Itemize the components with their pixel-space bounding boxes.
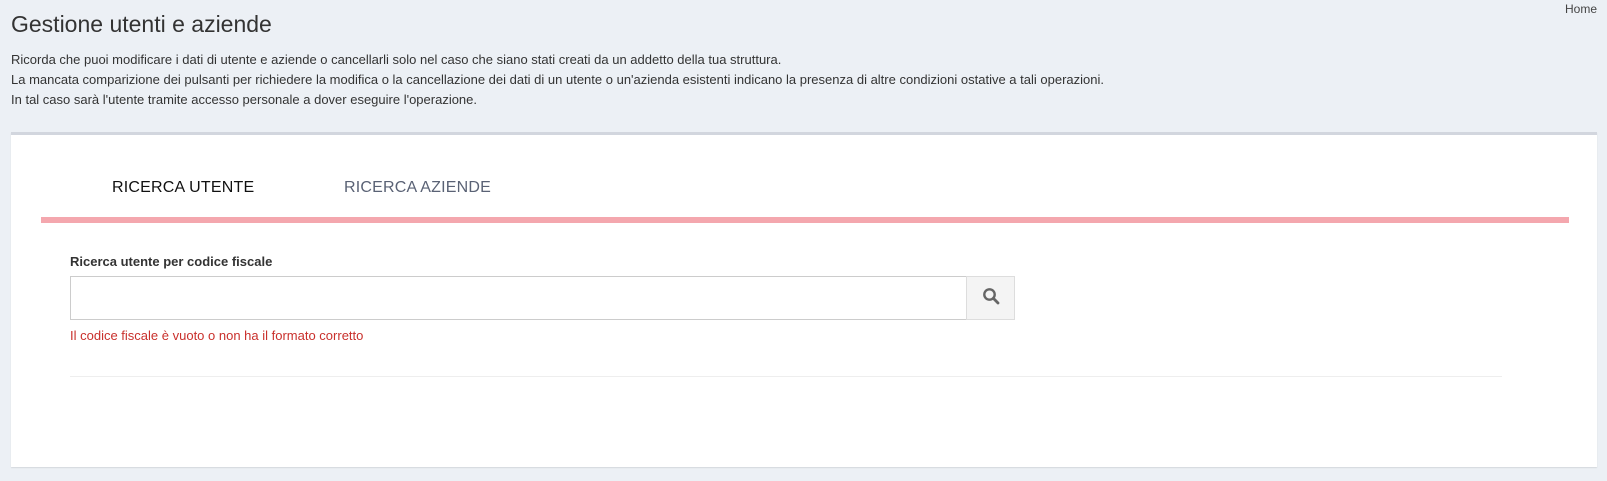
codice-fiscale-input[interactable]	[70, 276, 966, 320]
codice-fiscale-label: Ricerca utente per codice fiscale	[70, 254, 273, 269]
intro-line: La mancata comparizione dei pulsanti per…	[11, 72, 1104, 87]
validation-error: Il codice fiscale è vuoto o non ha il fo…	[70, 328, 364, 343]
search-form: Ricerca utente per codice fiscale Il cod…	[70, 254, 1540, 343]
search-card: RICERCA UTENTE RICERCA AZIENDE Ricerca u…	[11, 132, 1597, 467]
search-button[interactable]	[966, 276, 1015, 320]
search-icon	[982, 287, 1000, 310]
divider	[70, 376, 1502, 377]
tab-bar: RICERCA UTENTE RICERCA AZIENDE	[41, 135, 1569, 223]
tab-ricerca-aziende[interactable]: RICERCA AZIENDE	[344, 179, 491, 197]
search-input-group	[70, 276, 1015, 320]
page-title: Gestione utenti e aziende	[11, 11, 272, 37]
breadcrumb-home-link[interactable]: Home	[1565, 2, 1597, 16]
tab-ricerca-utente[interactable]: RICERCA UTENTE	[112, 179, 254, 197]
page-header: Gestione utenti e aziende Ricorda che pu…	[0, 0, 1607, 110]
intro-line: In tal caso sarà l'utente tramite access…	[11, 92, 478, 107]
intro-line: Ricorda che puoi modificare i dati di ut…	[11, 52, 782, 67]
intro-text: Ricorda che puoi modificare i dati di ut…	[11, 50, 1596, 110]
